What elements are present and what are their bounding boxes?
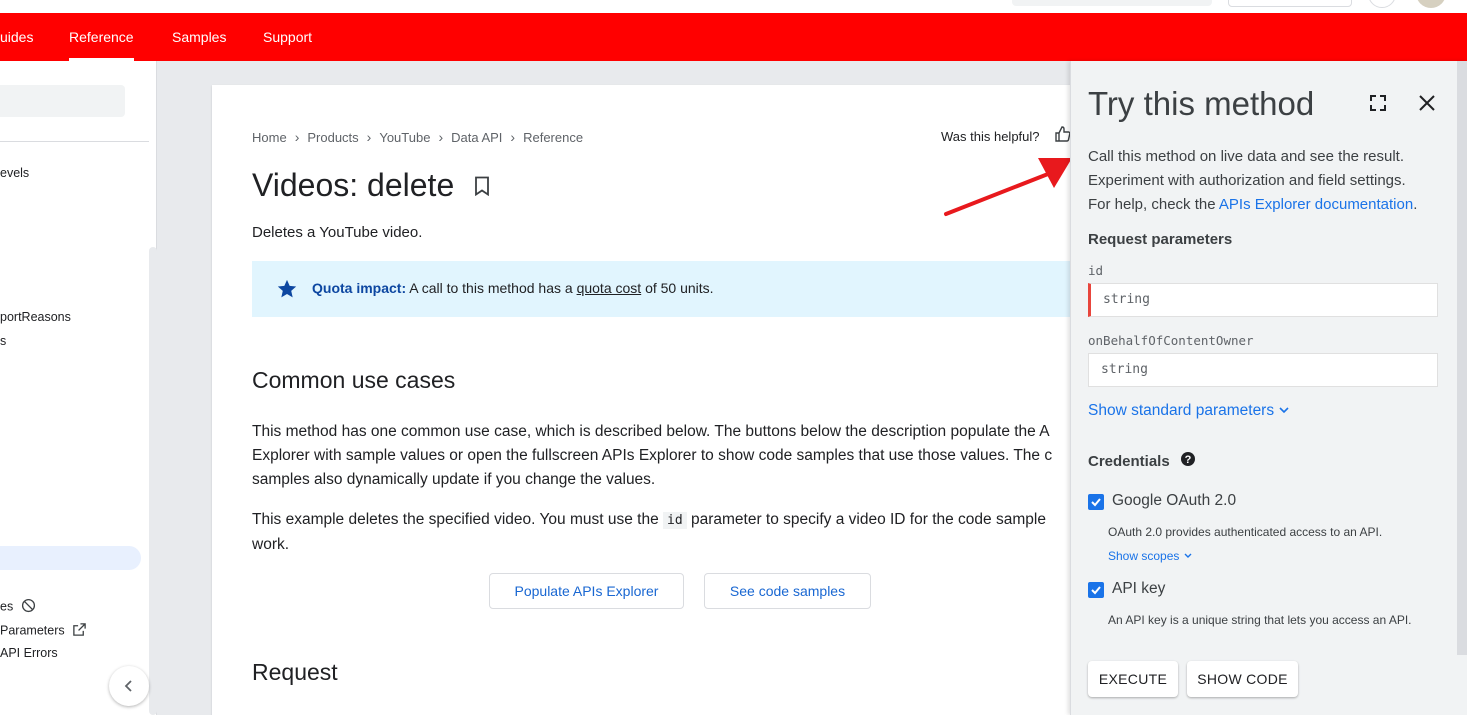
example-text: parameter to specify a video ID for the … <box>690 511 1046 528</box>
api-key-checkbox[interactable] <box>1088 582 1104 598</box>
intro-line: For help, check the <box>1088 196 1216 213</box>
chevron-right-icon: › <box>366 129 372 145</box>
chevron-right-icon: › <box>294 129 300 145</box>
tab-samples[interactable]: Samples <box>172 13 226 61</box>
sidebar-filter-input[interactable] <box>0 85 125 117</box>
panel-scrollbar[interactable] <box>1457 61 1467 655</box>
sidebar-item[interactable]: evels <box>0 166 29 180</box>
breadcrumb-item[interactable]: Data API <box>451 130 502 145</box>
credentials-heading: Credentials ? <box>1088 451 1196 470</box>
bookmark-icon[interactable] <box>474 176 490 201</box>
panel-title: Try this method <box>1088 85 1315 122</box>
oauth-checkbox[interactable] <box>1088 494 1104 510</box>
sidebar-item[interactable]: API Errors <box>0 646 58 660</box>
id-code: id <box>663 512 687 529</box>
sidebar-item-deprecated[interactable]: es <box>0 598 36 616</box>
param-label-id: id <box>1088 263 1104 278</box>
svg-text:?: ? <box>1185 454 1192 466</box>
quota-cost-link[interactable]: quota cost <box>577 280 642 296</box>
show-scopes-link[interactable]: Show scopes <box>1108 549 1193 563</box>
request-parameters-heading: Request parameters <box>1088 231 1233 248</box>
chevron-left-icon <box>124 680 132 692</box>
annotation-arrow <box>944 158 1072 216</box>
breadcrumb: Home › Products › YouTube › Data API › R… <box>252 129 583 145</box>
oauth-label: Google OAuth 2.0 <box>1112 492 1237 509</box>
apps-button[interactable] <box>1368 0 1396 8</box>
check-icon <box>1091 498 1101 507</box>
breadcrumb-item[interactable]: YouTube <box>379 130 430 145</box>
breadcrumb-item[interactable]: Reference <box>523 130 583 145</box>
show-scopes-label: Show scopes <box>1108 549 1180 563</box>
id-input[interactable]: string <box>1088 283 1438 317</box>
help-icon[interactable]: ? <box>1180 451 1196 467</box>
intro-line: Experiment with authorization and field … <box>1088 172 1406 189</box>
show-standard-parameters-link[interactable]: Show standard parameters <box>1088 402 1290 420</box>
search-box[interactable] <box>1012 0 1212 6</box>
chevron-right-icon: › <box>438 129 444 145</box>
api-key-label: API key <box>1112 580 1166 597</box>
blocked-icon <box>21 598 36 616</box>
use-case-paragraph: This method has one common use case, whi… <box>252 420 1072 492</box>
show-code-button[interactable]: SHOW CODE <box>1187 661 1298 697</box>
fullscreen-icon[interactable] <box>1369 94 1387 117</box>
tab-guides[interactable]: uides <box>0 13 33 61</box>
quota-label: Quota impact: <box>312 280 407 296</box>
example-paragraph: This example deletes the specified video… <box>252 508 1072 557</box>
populate-apis-explorer-button[interactable]: Populate APIs Explorer <box>489 573 684 609</box>
param-label-owner: onBehalfOfContentOwner <box>1088 333 1254 348</box>
nav-bar: uides Reference Samples Support <box>0 13 1467 61</box>
chevron-down-icon <box>1279 407 1289 414</box>
apis-explorer-docs-link[interactable]: APIs Explorer documentation <box>1219 196 1413 213</box>
helpful-label: Was this helpful? <box>941 129 1040 144</box>
intro-line: Call this method on live data and see th… <box>1088 148 1405 165</box>
sidebar-item-selected[interactable] <box>0 546 141 570</box>
page-description: Deletes a YouTube video. <box>252 224 423 241</box>
api-key-description: An API key is a unique string that lets … <box>1108 613 1412 627</box>
show-standard-label: Show standard parameters <box>1088 402 1275 419</box>
common-use-cases-heading: Common use cases <box>252 367 456 393</box>
try-this-method-panel: Try this method Call this method on live… <box>1070 61 1467 715</box>
example-text: This example deletes the specified video… <box>252 511 659 528</box>
quota-text: Quota impact: A call to this method has … <box>312 280 714 296</box>
close-icon[interactable] <box>1418 94 1436 117</box>
external-link-icon <box>72 622 87 640</box>
execute-button[interactable]: EXECUTE <box>1088 661 1178 697</box>
breadcrumb-item[interactable]: Products <box>307 130 358 145</box>
use-case-line: samples also dynamically update if you c… <box>252 471 656 488</box>
credentials-label: Credentials <box>1088 453 1170 470</box>
avatar[interactable] <box>1416 0 1446 8</box>
sidebar-scrollbar[interactable] <box>149 247 157 715</box>
chevron-down-icon <box>1184 553 1192 558</box>
use-case-line: This method has one common use case, whi… <box>252 423 1050 440</box>
example-text: work. <box>252 536 290 553</box>
sidebar-item-label: es <box>0 599 14 614</box>
on-behalf-of-content-owner-input[interactable]: string <box>1088 353 1438 387</box>
sidebar-item[interactable]: portReasons <box>0 310 71 324</box>
use-case-line: Explorer with sample values or open the … <box>252 447 1053 464</box>
chevron-right-icon: › <box>510 129 516 145</box>
header-button[interactable] <box>1228 0 1352 7</box>
request-heading: Request <box>252 659 338 685</box>
sidebar-divider <box>0 141 149 142</box>
star-icon <box>276 278 298 305</box>
page-title: Videos: delete <box>252 167 455 203</box>
check-icon <box>1091 586 1101 595</box>
sidebar: evels portReasons s es Parameters API Er… <box>0 61 157 715</box>
tab-support[interactable]: Support <box>263 13 312 61</box>
top-header <box>0 0 1467 13</box>
sidebar-item-label: Parameters <box>0 623 65 638</box>
quota-callout: Quota impact: A call to this method has … <box>252 261 1112 317</box>
quota-pre: A call to this method has a <box>409 280 573 296</box>
intro-period: . <box>1413 196 1418 213</box>
tab-reference[interactable]: Reference <box>69 13 134 61</box>
panel-intro: Call this method on live data and see th… <box>1088 145 1448 217</box>
collapse-sidebar-button[interactable] <box>109 666 149 706</box>
see-code-samples-button[interactable]: See code samples <box>704 573 871 609</box>
sidebar-item-parameters[interactable]: Parameters <box>0 622 87 640</box>
oauth-description: OAuth 2.0 provides authenticated access … <box>1108 525 1383 539</box>
sidebar-item[interactable]: s <box>0 334 6 348</box>
breadcrumb-item[interactable]: Home <box>252 130 287 145</box>
quota-post: of 50 units. <box>645 280 714 296</box>
